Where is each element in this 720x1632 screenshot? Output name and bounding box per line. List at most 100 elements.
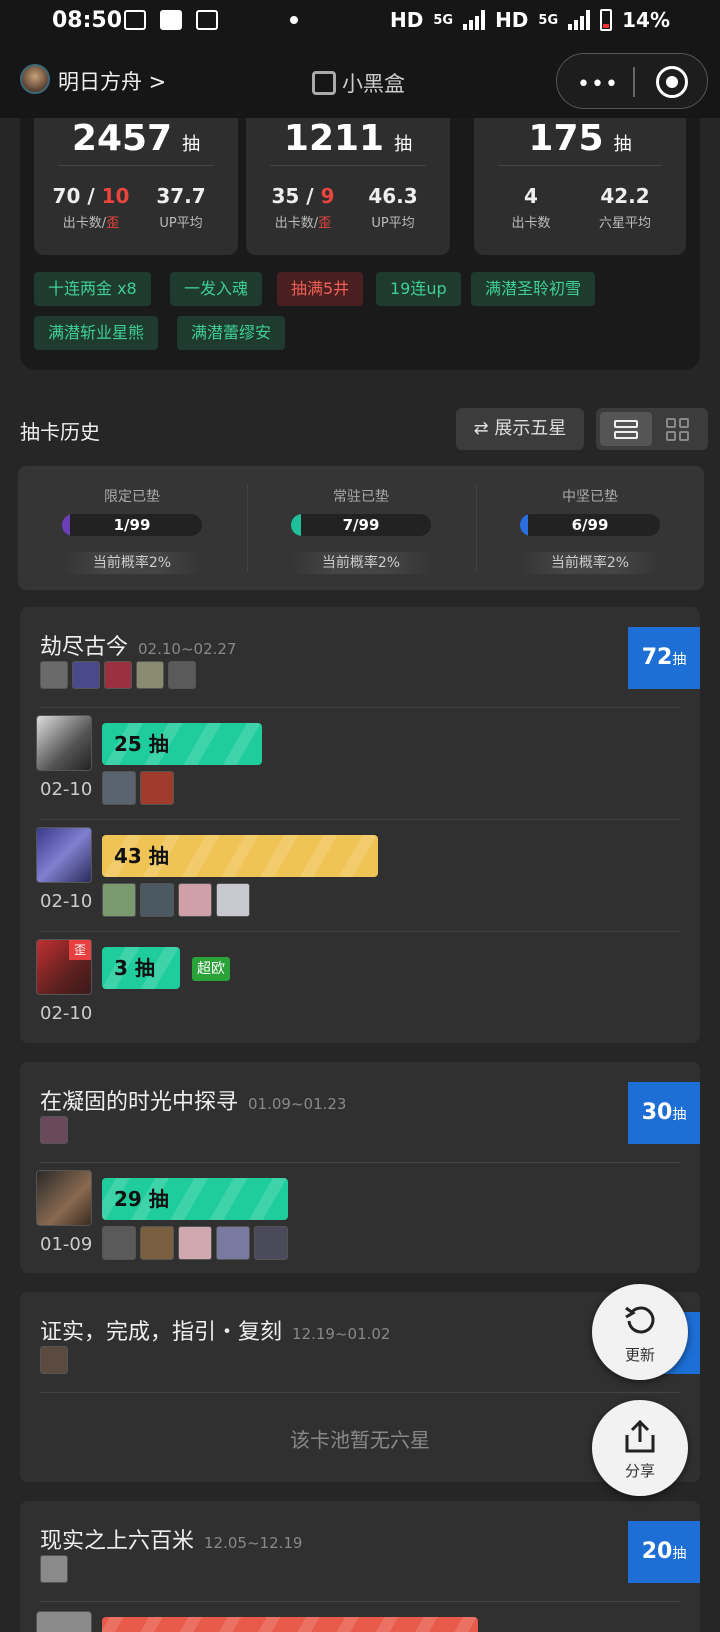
pity-panel: 限定已垫 1/99 当前概率2% 常驻已垫 7/99 当前概率2% 中坚已垫 6… <box>18 466 704 590</box>
divider <box>40 707 680 708</box>
lucky-badge: 超欧 <box>192 957 230 981</box>
game-avatar-icon[interactable] <box>20 64 50 94</box>
pity-core: 中坚已垫 6/99 当前概率2% <box>476 466 704 590</box>
divider <box>40 1601 680 1602</box>
operator-avatar <box>140 1226 174 1260</box>
achievement-tag: 满潜圣聆初雪 <box>471 272 596 306</box>
refresh-label: 更新 <box>624 1346 655 1364</box>
pity-limited: 限定已垫 1/99 当前概率2% <box>18 466 246 590</box>
count-stat: 4 出卡数 <box>511 184 551 231</box>
operator-avatar <box>136 661 164 689</box>
battery-icon <box>600 9 613 31</box>
battery-percent: 14% <box>622 8 670 32</box>
divider <box>58 165 214 166</box>
status-bar: 08:50 HD 5G HD 5G 14% <box>0 0 720 44</box>
status-right: HD 5G HD 5G 14% <box>390 8 670 32</box>
pity-label: 中坚已垫 <box>562 489 618 505</box>
operator-avatar <box>40 1116 68 1144</box>
operator-avatar <box>254 1226 288 1260</box>
pity-label: 常驻已垫 <box>333 489 389 505</box>
achievement-tag: 满潜斩业星熊 <box>34 316 159 350</box>
notification-icons <box>124 10 218 30</box>
network-label-1: HD <box>390 8 424 32</box>
refresh-button[interactable]: 更新 <box>592 1284 688 1380</box>
list-icon <box>614 418 638 440</box>
network-type-2: 5G <box>538 12 559 28</box>
operator-avatar <box>216 1226 250 1260</box>
operator-avatar <box>36 1611 92 1632</box>
total-pulls: 2457 抽 <box>71 118 201 159</box>
pull-date: 02-10 <box>40 1003 93 1024</box>
share-button[interactable]: 分享 <box>592 1400 688 1496</box>
operator-avatar <box>216 883 250 917</box>
network-label-2: HD <box>495 8 529 32</box>
miniprogram-capsule: ••• <box>556 53 708 109</box>
operator-avatar <box>72 661 100 689</box>
signal-icon-2 <box>568 10 591 30</box>
more-button[interactable]: ••• <box>577 72 619 97</box>
operator-avatar <box>104 661 132 689</box>
limited-summary: 2457 抽 70 / 10 出卡数/歪 37.7 UP平均 <box>34 118 238 255</box>
pool-total-badge: 20抽 <box>628 1521 700 1583</box>
history-title: 抽卡历史 <box>20 420 100 444</box>
pool-total-badge: 30抽 <box>628 1082 700 1144</box>
brand-title: 小黑盒 <box>312 68 405 98</box>
game-name-link[interactable]: 明日方舟 > <box>58 66 166 96</box>
list-view-button[interactable] <box>600 412 652 446</box>
show-five-star-button[interactable]: ⇄ 展示五星 <box>456 408 584 450</box>
share-label: 分享 <box>624 1462 655 1480</box>
grid-view-icon[interactable] <box>666 418 690 442</box>
app-header: 明日方舟 > 小黑盒 ••• <box>0 44 720 118</box>
total-pulls: 175 抽 <box>528 118 632 159</box>
operator-avatar <box>36 1170 92 1226</box>
pity-rate: 当前概率2% <box>62 552 202 574</box>
pity-bar: 7/99 <box>291 514 431 536</box>
operator-avatar <box>140 883 174 917</box>
pull-date: 01-09 <box>40 1234 93 1255</box>
notification-dot-icon <box>290 16 298 24</box>
video-icon <box>124 10 146 30</box>
operator-avatar <box>102 883 136 917</box>
pity-standard: 常驻已垫 7/99 当前概率2% <box>247 466 475 590</box>
operator-avatar <box>40 661 68 689</box>
view-toggle <box>596 408 708 450</box>
pool-name: 劫尽古今 02.10~02.27 <box>40 635 237 660</box>
operator-avatar <box>40 1346 68 1374</box>
standard-summary: 1211 抽 35 / 9 出卡数/歪 46.3 UP平均 <box>246 118 450 255</box>
pool-card[interactable]: 在凝固的时光中探寻 01.09~01.23 30抽 01-09 29 抽 <box>20 1062 700 1273</box>
status-time: 08:50 <box>52 8 123 33</box>
operator-avatar <box>102 1226 136 1260</box>
count-stat: 35 / 9 出卡数/歪 <box>271 184 335 231</box>
operator-avatar: 歪 <box>36 939 92 995</box>
avg-stat: 37.7 UP平均 <box>156 184 206 231</box>
pool-name: 在凝固的时光中探寻 01.09~01.23 <box>40 1090 347 1115</box>
pool-card[interactable]: 现实之上六百米 12.05~12.19 20抽 <box>20 1501 700 1632</box>
operator-avatar <box>168 661 196 689</box>
achievement-tag: 19连up <box>376 272 461 306</box>
summary-card: 2457 抽 70 / 10 出卡数/歪 37.7 UP平均 1211 抽 35 /… <box>20 118 700 370</box>
operator-avatar <box>140 771 174 805</box>
achievement-tag: 满潜蕾缪安 <box>177 316 286 350</box>
pool-card[interactable]: 劫尽古今 02.10~02.27 72抽 02-10 25 抽 02-10 43 … <box>20 607 700 1043</box>
achievement-tag: 十连两金 x8 <box>34 272 151 306</box>
pity-rate: 当前概率2% <box>520 552 660 574</box>
avg-stat: 42.2 六星平均 <box>598 184 651 231</box>
total-pulls: 1211 抽 <box>283 118 413 159</box>
close-target-icon[interactable] <box>656 66 688 98</box>
pull-bar: 3 抽 <box>102 947 180 989</box>
pull-bar: 25 抽 <box>102 723 262 765</box>
achievement-tag: 一发入魂 <box>170 272 263 306</box>
pull-bar: 29 抽 <box>102 1178 288 1220</box>
heybox-logo-icon <box>312 71 336 95</box>
divider <box>40 819 680 820</box>
network-type-1: 5G <box>433 12 454 28</box>
divider <box>498 165 662 166</box>
pity-rate: 当前概率2% <box>291 552 431 574</box>
off-banner-tag: 歪 <box>69 940 91 960</box>
image-icon <box>196 10 218 30</box>
operator-avatar <box>36 715 92 771</box>
bag-icon <box>160 10 182 30</box>
count-stat: 70 / 10 出卡数/歪 <box>52 184 130 231</box>
pity-bar: 6/99 <box>520 514 660 536</box>
core-summary: 175 抽 4 出卡数 42.2 六星平均 <box>474 118 686 255</box>
